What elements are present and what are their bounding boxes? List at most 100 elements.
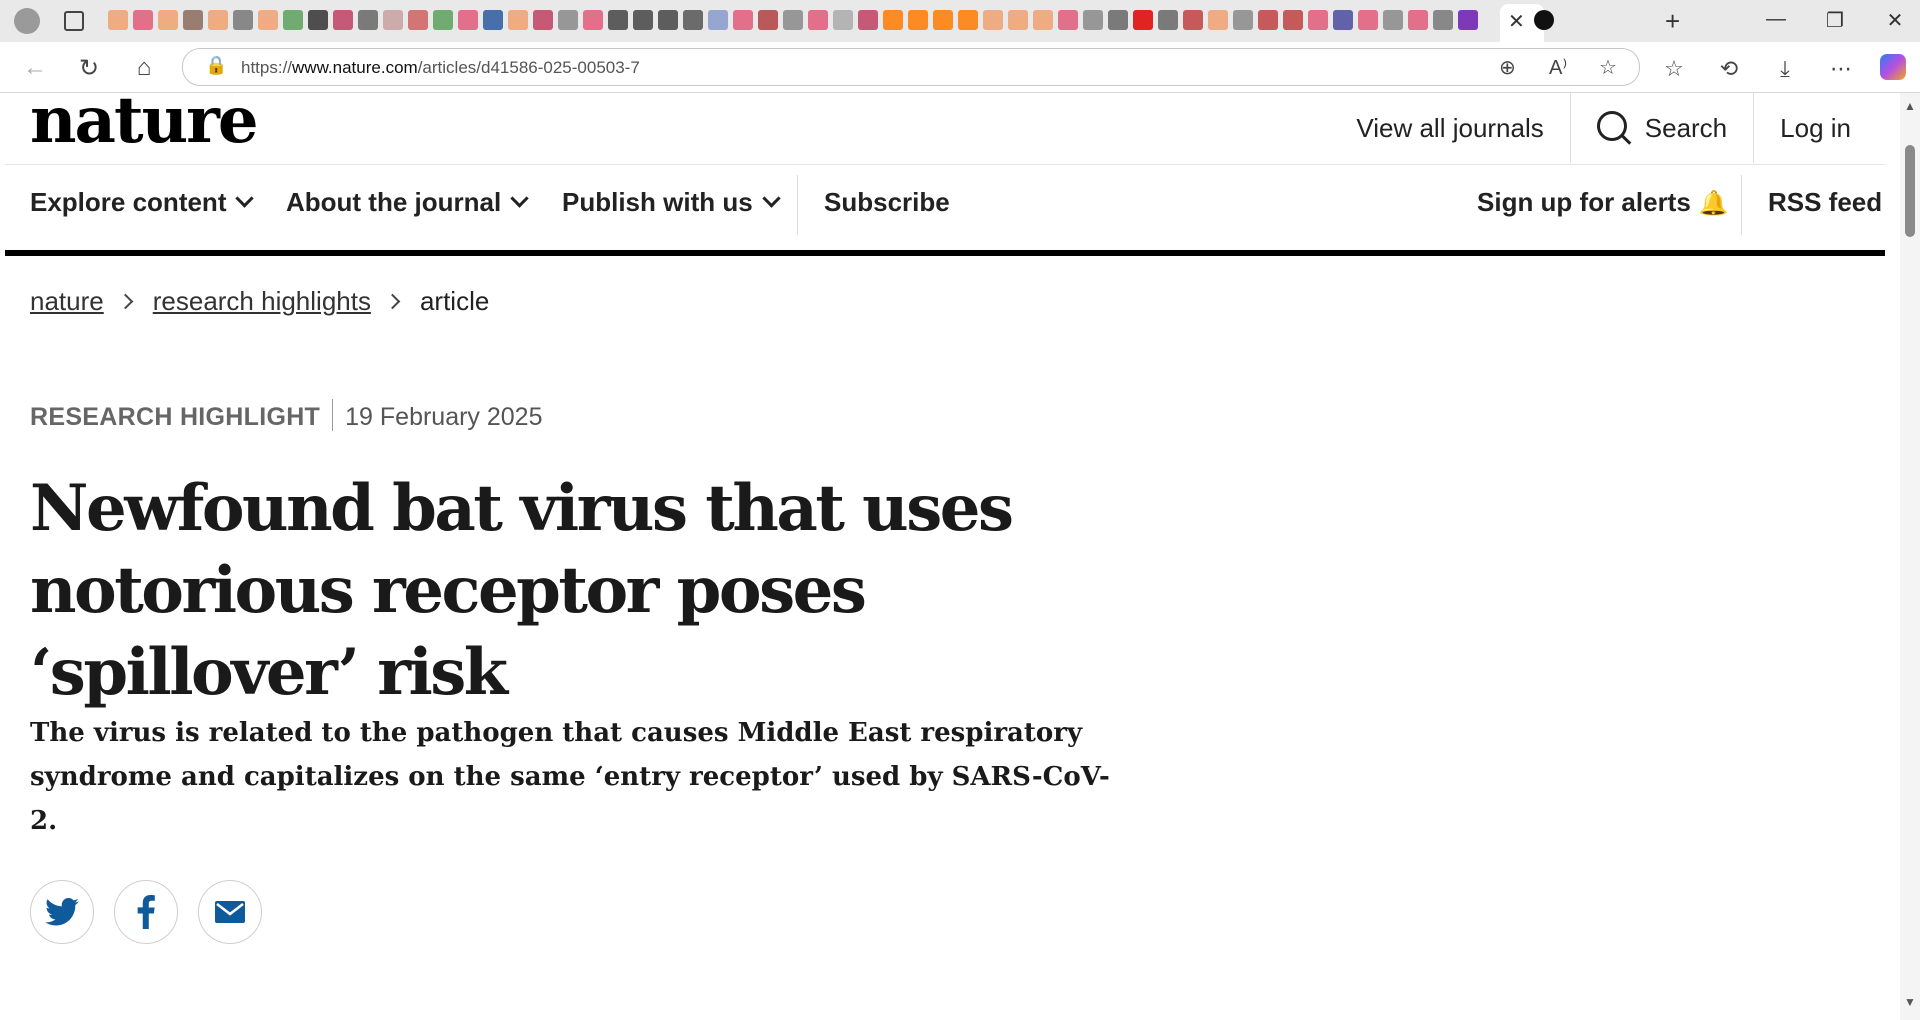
pinned-tab-favicon[interactable] [308, 10, 328, 30]
close-window-button[interactable]: ✕ [1875, 8, 1915, 33]
maximize-button[interactable]: ❐ [1815, 8, 1855, 33]
close-tab-icon[interactable]: ✕ [1508, 9, 1525, 34]
tab-actions-button[interactable] [64, 11, 84, 31]
pinned-tab-favicon[interactable] [1058, 10, 1078, 30]
pinned-tab-favicon[interactable] [558, 10, 578, 30]
pinned-tab-favicon[interactable] [1208, 10, 1228, 30]
pinned-tab-favicon[interactable] [933, 10, 953, 30]
address-bar[interactable]: 🔒 https://www.nature.com/articles/d41586… [182, 48, 1640, 86]
pinned-tab-favicon[interactable] [1108, 10, 1128, 30]
pinned-tab-favicon[interactable] [383, 10, 403, 30]
pinned-tab-favicon[interactable] [1383, 10, 1403, 30]
pinned-tab-favicon[interactable] [733, 10, 753, 30]
pinned-tab-favicon[interactable] [258, 10, 278, 30]
pinned-tab-favicon[interactable] [658, 10, 678, 30]
pinned-tab-favicon[interactable] [708, 10, 728, 30]
pinned-tab-favicon[interactable] [683, 10, 703, 30]
zoom-icon[interactable]: ⊕ [1499, 55, 1516, 80]
pinned-tab-favicon[interactable] [958, 10, 978, 30]
share-twitter-button[interactable] [30, 880, 94, 944]
pinned-tab-favicon[interactable] [1358, 10, 1378, 30]
share-email-button[interactable] [198, 880, 262, 944]
nav-explore-content[interactable]: Explore content [30, 187, 255, 218]
pinned-tab-favicon[interactable] [758, 10, 778, 30]
login-link[interactable]: Log in [1753, 93, 1877, 163]
view-all-journals-link[interactable]: View all journals [1330, 93, 1569, 163]
scroll-thumb[interactable] [1905, 145, 1915, 237]
pinned-tab-favicon[interactable] [1283, 10, 1303, 30]
favorite-star-icon[interactable]: ☆ [1599, 55, 1617, 80]
pinned-tab-favicon[interactable] [1008, 10, 1028, 30]
pinned-tab-favicon[interactable] [233, 10, 253, 30]
rss-feed-link[interactable]: RSS feed [1768, 187, 1882, 218]
pinned-tab-favicon[interactable] [858, 10, 878, 30]
pinned-tab-favicon[interactable] [333, 10, 353, 30]
breadcrumb-nature[interactable]: nature [30, 286, 104, 316]
more-menu-icon[interactable]: ⋯ [1826, 56, 1856, 82]
home-button[interactable]: ⌂ [129, 54, 159, 82]
pinned-tab-favicon[interactable] [458, 10, 478, 30]
browser-tab-strip: ✕ + — ❐ ✕ [0, 0, 1920, 42]
pinned-tab-favicon[interactable] [833, 10, 853, 30]
lock-icon[interactable]: 🔒 [205, 55, 227, 76]
pinned-tab-favicon[interactable] [508, 10, 528, 30]
pinned-tab-favicon[interactable] [133, 10, 153, 30]
pinned-tab-favicon[interactable] [183, 10, 203, 30]
breadcrumb-research-highlights[interactable]: research highlights [153, 286, 371, 316]
pinned-tab-favicon[interactable] [433, 10, 453, 30]
pinned-tab-favicon[interactable] [808, 10, 828, 30]
pinned-tab-favicon[interactable] [783, 10, 803, 30]
back-button[interactable]: ← [20, 54, 50, 82]
pinned-tab-favicon[interactable] [1333, 10, 1353, 30]
scroll-down-arrow-icon[interactable]: ▼ [1904, 995, 1916, 1009]
new-tab-button[interactable]: + [1665, 6, 1680, 37]
pinned-tab-favicon[interactable] [1258, 10, 1278, 30]
pinned-tab-favicon[interactable] [1433, 10, 1453, 30]
search-button[interactable]: Search [1569, 93, 1753, 163]
favorites-icon[interactable]: ☆ [1659, 56, 1689, 82]
scroll-up-arrow-icon[interactable]: ▲ [1904, 99, 1916, 113]
vertical-scrollbar[interactable]: ▲ ▼ [1900, 93, 1920, 1020]
chevron-down-icon [510, 189, 529, 208]
nav-subscribe[interactable]: Subscribe [824, 187, 950, 218]
pinned-tab-favicon[interactable] [283, 10, 303, 30]
pinned-tab-favicon[interactable] [633, 10, 653, 30]
share-facebook-button[interactable] [114, 880, 178, 944]
pinned-tab-favicon[interactable] [1408, 10, 1428, 30]
url-text[interactable]: https://www.nature.com/articles/d41586-0… [241, 58, 640, 78]
profile-avatar[interactable] [14, 8, 40, 34]
sign-up-alerts-link[interactable]: Sign up for alerts 🔔 [1477, 187, 1729, 218]
pinned-tab-favicon[interactable] [1133, 10, 1153, 30]
pinned-tab-favicon[interactable] [883, 10, 903, 30]
pinned-tab-favicon[interactable] [108, 10, 128, 30]
downloads-icon[interactable]: ⤓ [1770, 56, 1800, 82]
pinned-tab-favicon[interactable] [583, 10, 603, 30]
pinned-tab-favicon[interactable] [1033, 10, 1053, 30]
pinned-tab-favicon[interactable] [1083, 10, 1103, 30]
copilot-icon[interactable] [1880, 54, 1906, 80]
pinned-tab-favicon[interactable] [158, 10, 178, 30]
nature-logo[interactable]: nature [30, 93, 259, 158]
pinned-tab-favicon[interactable] [908, 10, 928, 30]
pinned-tab-favicon[interactable] [358, 10, 378, 30]
pinned-tab-favicon[interactable] [483, 10, 503, 30]
chevron-down-icon [235, 189, 255, 208]
pinned-tab-favicon[interactable] [1233, 10, 1253, 30]
read-aloud-icon[interactable]: A⁾ [1549, 55, 1567, 80]
history-icon[interactable]: ⟲ [1714, 56, 1744, 82]
nav-about-journal[interactable]: About the journal [286, 187, 529, 218]
pinned-tab-favicon[interactable] [608, 10, 628, 30]
pinned-tab-favicon[interactable] [1183, 10, 1203, 30]
nav-publish-with-us[interactable]: Publish with us [562, 187, 781, 218]
minimize-button[interactable]: — [1756, 8, 1796, 31]
address-bar-row: ← ↻ ⌂ 🔒 https://www.nature.com/articles/… [0, 42, 1920, 93]
pinned-tab-favicon[interactable] [208, 10, 228, 30]
pinned-tab-favicon[interactable] [533, 10, 553, 30]
pinned-tab-favicon[interactable] [983, 10, 1003, 30]
pinned-tab-favicon[interactable] [1158, 10, 1178, 30]
breadcrumb: nature research highlights article [30, 286, 489, 317]
pinned-tab-favicon[interactable] [1308, 10, 1328, 30]
refresh-button[interactable]: ↻ [74, 54, 104, 83]
pinned-tab-favicon[interactable] [408, 10, 428, 30]
pinned-tab-favicon[interactable] [1458, 10, 1478, 30]
